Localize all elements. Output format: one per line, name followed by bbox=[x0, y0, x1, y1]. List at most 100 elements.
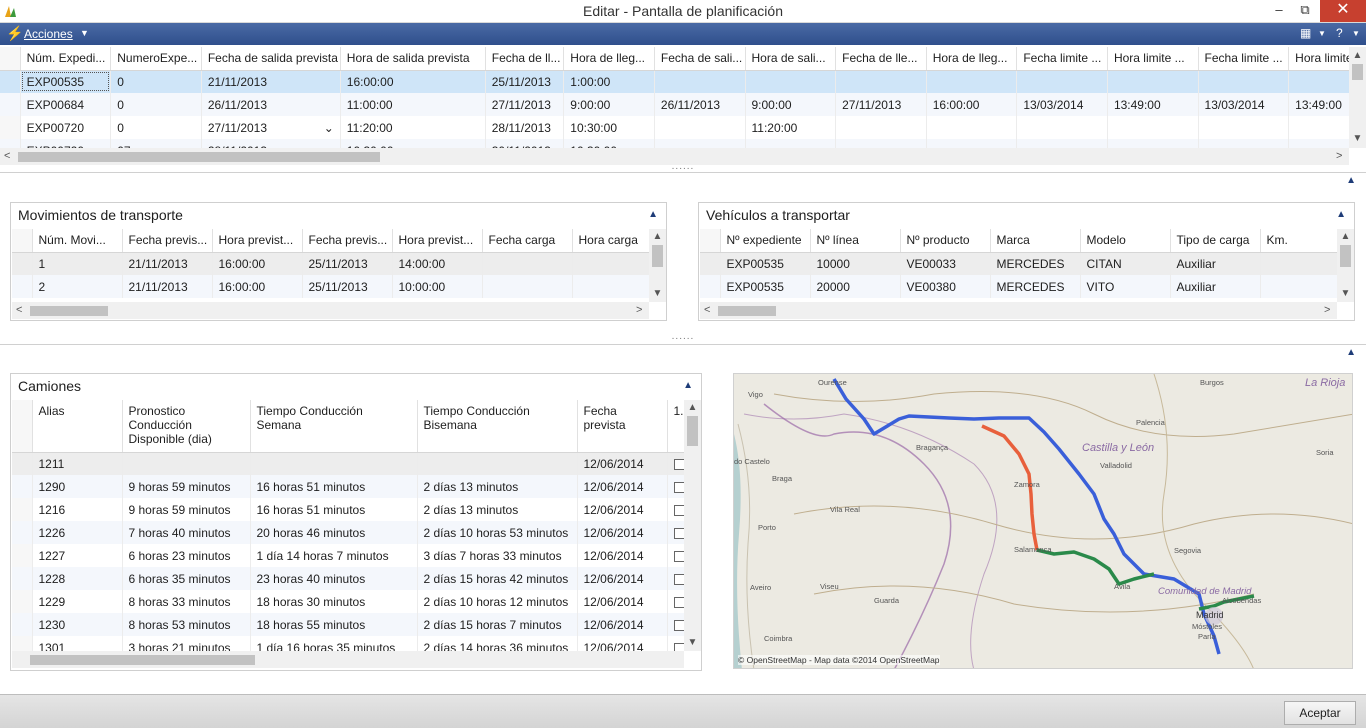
column-header[interactable]: 1. bbox=[667, 400, 684, 453]
table-cell[interactable] bbox=[926, 70, 1018, 93]
table-cell[interactable]: 16 horas 51 minutos bbox=[250, 498, 418, 521]
table-cell[interactable]: 13:49:00 bbox=[1107, 93, 1199, 116]
table-cell[interactable]: EXP00535 bbox=[20, 70, 112, 93]
table-cell[interactable]: 10:30:00 bbox=[340, 139, 486, 148]
table-cell[interactable]: 16:00:00 bbox=[212, 252, 303, 275]
table-cell[interactable] bbox=[122, 452, 251, 475]
table-cell[interactable]: 21/11/2013 bbox=[201, 70, 341, 93]
table-cell[interactable]: 12/06/2014 bbox=[577, 452, 668, 475]
table-row[interactable]: 1227 6 horas 23 minutos 1 día 14 horas 7 m… bbox=[12, 544, 684, 567]
table-cell[interactable]: 1227 bbox=[32, 544, 123, 567]
row-selector[interactable] bbox=[12, 252, 33, 275]
table-cell[interactable] bbox=[572, 252, 649, 275]
scroll-left-icon[interactable]: < bbox=[16, 304, 22, 316]
table-cell[interactable]: 2 días 10 horas 53 minutos bbox=[417, 521, 578, 544]
table-row[interactable]: EXP00684 0 26/11/2013 11:00:00 27/11/2013 9:0… bbox=[0, 93, 1349, 116]
table-cell[interactable]: 21/11/2013 bbox=[122, 252, 213, 275]
table-cell[interactable]: 11:00:00 bbox=[340, 93, 486, 116]
table-row[interactable]: 2 21/11/2013 16:00:00 25/11/2013 10:00:00 bbox=[12, 275, 649, 298]
table-cell[interactable]: CITAN bbox=[1080, 252, 1171, 275]
table-cell[interactable] bbox=[1198, 70, 1290, 93]
collapse-icon[interactable]: ▲ bbox=[683, 380, 693, 391]
table-cell[interactable]: 26/11/2013 bbox=[201, 93, 341, 116]
table-cell[interactable]: 9 horas 59 minutos bbox=[122, 475, 251, 498]
row-checkbox-cell[interactable] bbox=[667, 567, 684, 590]
table-cell[interactable]: VITO bbox=[1080, 275, 1171, 298]
camiones-hscroll[interactable] bbox=[12, 651, 684, 668]
table-cell[interactable] bbox=[1016, 70, 1108, 93]
movimientos-vscroll[interactable]: ▲ ▼ bbox=[649, 229, 666, 302]
row-checkbox-cell[interactable] bbox=[667, 613, 684, 636]
table-cell[interactable]: 26/11/2013 bbox=[654, 93, 746, 116]
table-row[interactable]: 1216 9 horas 59 minutos 16 horas 51 minuto… bbox=[12, 498, 684, 521]
table-cell[interactable]: 1226 bbox=[32, 521, 123, 544]
table-cell[interactable]: 16:00:00 bbox=[926, 93, 1018, 116]
column-header[interactable]: Fecha de sali... bbox=[654, 47, 746, 71]
table-cell[interactable]: 25/11/2013 bbox=[302, 275, 393, 298]
scroll-right-icon[interactable]: > bbox=[1336, 150, 1342, 162]
scroll-up-icon[interactable]: ▲ bbox=[684, 402, 701, 413]
table-cell[interactable]: 1290 bbox=[32, 475, 123, 498]
table-cell[interactable] bbox=[1107, 139, 1199, 148]
row-checkbox[interactable] bbox=[673, 550, 684, 562]
table-cell[interactable] bbox=[482, 275, 573, 298]
table-cell[interactable]: 2 días 10 horas 12 minutos bbox=[417, 590, 578, 613]
help-icon[interactable]: ? bbox=[1336, 26, 1343, 40]
column-header[interactable]: Fecha previs... bbox=[122, 229, 213, 253]
table-cell[interactable]: MERCEDES bbox=[990, 252, 1081, 275]
table-cell[interactable] bbox=[745, 139, 837, 148]
table-row[interactable]: EXP00535 0 21/11/2013 16:00:00 25/11/2013 1:0… bbox=[0, 70, 1349, 93]
row-selector[interactable] bbox=[12, 475, 33, 498]
column-header[interactable]: Modelo bbox=[1080, 229, 1171, 253]
table-row[interactable]: 1290 9 horas 59 minutos 16 horas 51 minuto… bbox=[12, 475, 684, 498]
table-cell[interactable]: 12/06/2014 bbox=[577, 544, 668, 567]
table-cell[interactable]: 12/06/2014 bbox=[577, 498, 668, 521]
column-header[interactable]: Pronostico Conducción Disponible (dia) bbox=[122, 400, 251, 453]
collapse-icon[interactable]: ▲ bbox=[1346, 347, 1356, 358]
vehiculos-hscroll[interactable]: < > bbox=[700, 302, 1337, 319]
table-cell[interactable] bbox=[745, 70, 837, 93]
movimientos-hscroll[interactable]: < > bbox=[12, 302, 649, 319]
row-checkbox-cell[interactable] bbox=[667, 452, 684, 475]
table-cell[interactable]: 1301 bbox=[32, 636, 123, 651]
table-cell[interactable]: 9:00:00 bbox=[563, 93, 655, 116]
table-cell[interactable]: 9 horas 59 minutos bbox=[122, 498, 251, 521]
table-cell[interactable]: 14:00:00 bbox=[392, 252, 483, 275]
table-cell[interactable]: 1 día 14 horas 7 minutos bbox=[250, 544, 418, 567]
row-checkbox[interactable] bbox=[673, 619, 684, 631]
column-header[interactable]: Núm. Expedi... bbox=[20, 47, 112, 71]
table-cell[interactable]: 7 horas 40 minutos bbox=[122, 521, 251, 544]
table-cell[interactable]: 20000 bbox=[810, 275, 901, 298]
column-header[interactable]: Tiempo Conducción Bisemana bbox=[417, 400, 578, 453]
table-cell[interactable]: 2 bbox=[32, 275, 123, 298]
table-cell[interactable]: 2 días 13 minutos bbox=[417, 475, 578, 498]
column-header[interactable]: NumeroExpe... bbox=[110, 47, 202, 71]
scroll-thumb[interactable] bbox=[18, 152, 380, 162]
table-cell[interactable]: 07 bbox=[110, 139, 202, 148]
table-cell[interactable] bbox=[1107, 116, 1199, 139]
table-cell[interactable] bbox=[250, 452, 418, 475]
table-row[interactable]: 1211 12/06/2014 bbox=[12, 452, 684, 475]
table-cell[interactable]: 0 bbox=[110, 93, 202, 116]
table-cell[interactable]: 8 horas 33 minutos bbox=[122, 590, 251, 613]
splitter-handle[interactable]: ...... bbox=[0, 332, 1366, 344]
column-header[interactable]: Hora previst... bbox=[212, 229, 303, 253]
scroll-thumb[interactable] bbox=[30, 655, 255, 665]
table-cell[interactable]: 18 horas 55 minutos bbox=[250, 613, 418, 636]
scroll-right-icon[interactable]: > bbox=[636, 304, 642, 316]
column-header[interactable]: Marca bbox=[990, 229, 1081, 253]
row-checkbox-cell[interactable] bbox=[667, 636, 684, 651]
scroll-right-icon[interactable]: > bbox=[1324, 304, 1330, 316]
scroll-thumb[interactable] bbox=[718, 306, 776, 316]
row-selector[interactable] bbox=[12, 590, 33, 613]
accept-button[interactable]: Aceptar bbox=[1284, 701, 1356, 725]
chevron-down-icon[interactable]: ⌄ bbox=[324, 121, 334, 135]
column-header[interactable]: Nº producto bbox=[900, 229, 991, 253]
column-header[interactable]: Hora de lleg... bbox=[926, 47, 1018, 71]
acciones-menu[interactable]: Acciones bbox=[24, 27, 73, 41]
expedientes-vscroll[interactable]: ▲ ▼ bbox=[1349, 47, 1366, 148]
column-header[interactable]: Nº expediente bbox=[720, 229, 811, 253]
row-checkbox[interactable] bbox=[673, 573, 684, 585]
table-cell[interactable] bbox=[926, 139, 1018, 148]
table-cell[interactable]: 3 días 7 horas 33 minutos bbox=[417, 544, 578, 567]
